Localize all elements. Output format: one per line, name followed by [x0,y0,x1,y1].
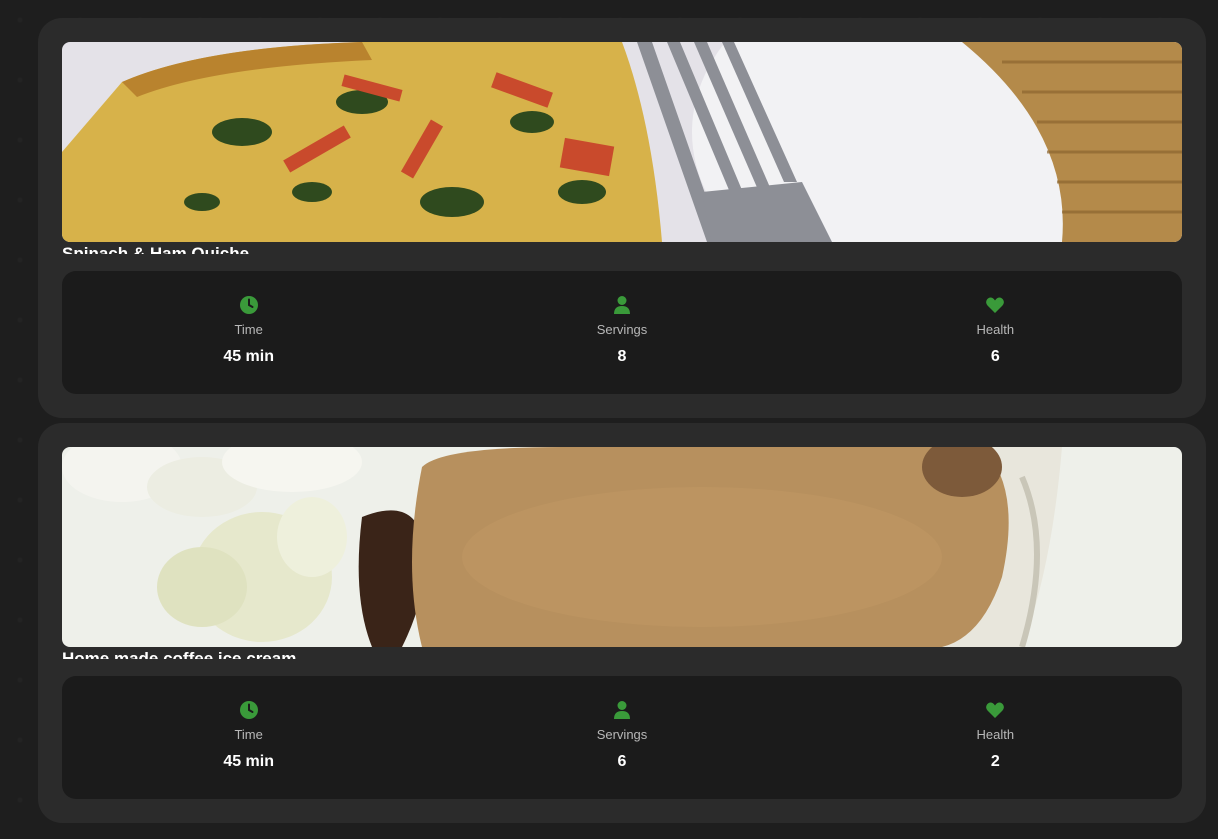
stat-servings: Servings 6 [435,676,808,799]
recipe-photo-quiche [62,42,1182,242]
heart-icon [984,294,1006,316]
clock-icon [238,699,260,721]
heart-icon [984,699,1006,721]
stat-value: 45 min [223,753,274,770]
person-icon [611,699,633,721]
recipe-card[interactable]: Spinach & Ham Quiche Time 45 min Serving… [38,18,1206,418]
recipe-card[interactable]: Home made coffee ice cream Time 45 min S… [38,423,1206,823]
stat-label: Time [234,727,263,742]
stat-value: 6 [617,753,627,770]
person-icon [611,294,633,316]
recipe-photo-coffee-ice-cream [62,447,1182,647]
stat-health: Health 6 [809,271,1182,394]
recipe-stats: Time 45 min Servings 8 Health 6 [62,271,1182,394]
stat-value: 45 min [223,348,274,365]
stat-time: Time 45 min [62,676,435,799]
recipe-title[interactable]: Home made coffee ice cream [62,649,1182,659]
recipe-stats: Time 45 min Servings 6 Health 2 [62,676,1182,799]
recipe-title[interactable]: Spinach & Ham Quiche [62,244,1182,254]
recipe-list: Spinach & Ham Quiche Time 45 min Serving… [0,0,1218,839]
stat-time: Time 45 min [62,271,435,394]
stat-servings: Servings 8 [435,271,808,394]
stat-value: 2 [990,753,1000,770]
stat-label: Health [976,322,1015,337]
stat-label: Time [234,322,263,337]
stat-label: Health [976,727,1015,742]
stat-value: 8 [617,348,627,365]
clock-icon [238,294,260,316]
stat-label: Servings [596,727,648,742]
stat-health: Health 2 [809,676,1182,799]
stat-value: 6 [990,348,1000,365]
stat-label: Servings [596,322,648,337]
